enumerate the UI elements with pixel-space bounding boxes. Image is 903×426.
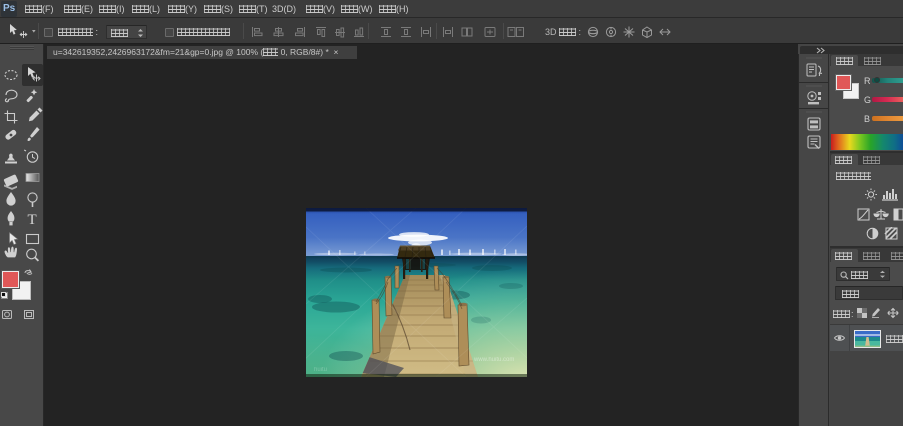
svg-text:huitu: huitu [314,367,327,373]
svg-text:www.huitu.com: www.huitu.com [473,357,514,363]
svg-text:T: T [28,212,37,228]
